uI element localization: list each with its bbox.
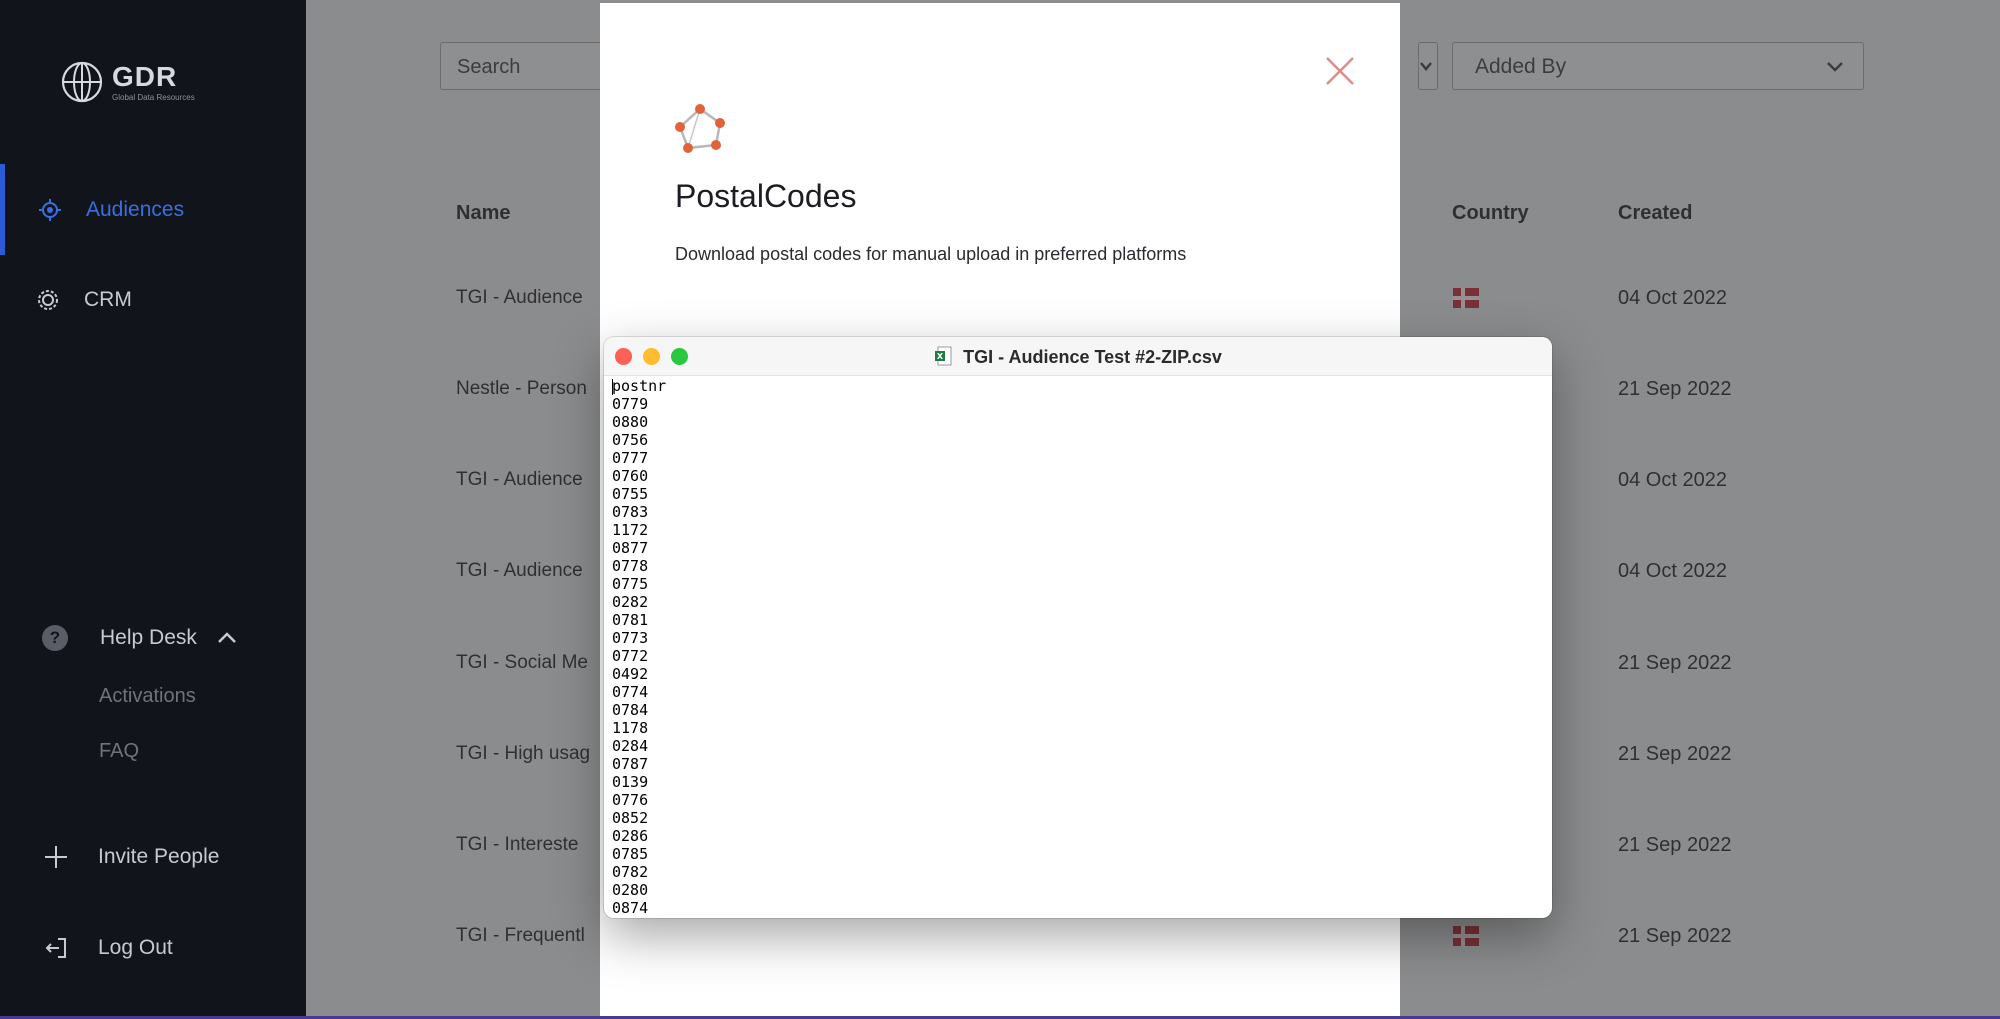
csv-line: 0852 <box>612 809 649 827</box>
sidebar-item-helpdesk[interactable]: ? Help Desk <box>42 625 237 651</box>
plus-icon <box>42 843 70 871</box>
csv-line: 0774 <box>612 683 649 701</box>
csv-line: 0772 <box>612 647 649 665</box>
csv-line: 0877 <box>612 539 649 557</box>
csv-header-line: postnr <box>612 377 667 395</box>
csv-line: 0284 <box>612 737 649 755</box>
svg-text:X: X <box>937 352 944 361</box>
sidebar-item-label: CRM <box>84 288 132 311</box>
csv-line: 0282 <box>612 593 649 611</box>
window-title-text: TGI - Audience Test #2-ZIP.csv <box>963 347 1222 367</box>
csv-line: 0773 <box>612 629 649 647</box>
sidebar-item-activations[interactable]: Activations <box>99 685 196 708</box>
spreadsheet-file-icon: X <box>935 346 952 366</box>
logo-subtitle: Global Data Resources <box>112 92 195 102</box>
logout-icon <box>42 934 70 962</box>
target-icon <box>36 196 64 224</box>
sidebar-item-crm[interactable]: CRM <box>34 286 132 314</box>
text-caret <box>612 379 613 395</box>
close-icon <box>1326 57 1354 85</box>
help-icon: ? <box>42 625 68 651</box>
csv-line: 0280 <box>612 881 649 899</box>
sidebar-item-audiences[interactable]: Audiences <box>36 196 184 224</box>
window-titlebar[interactable]: X TGI - Audience Test #2-ZIP.csv <box>604 337 1552 376</box>
sidebar-item-label: Log Out <box>98 936 173 959</box>
sidebar-item-invite[interactable]: Invite People <box>42 843 219 871</box>
csv-line: 1178 <box>612 719 649 737</box>
csv-preview-window: X TGI - Audience Test #2-ZIP.csv postnr 0… <box>604 337 1552 918</box>
csv-line: 0782 <box>612 863 649 881</box>
gear-icon <box>34 286 62 314</box>
csv-line: 0778 <box>612 557 649 575</box>
csv-line: 0781 <box>612 611 649 629</box>
csv-line: 0777 <box>612 449 649 467</box>
csv-line: 0880 <box>612 413 649 431</box>
nav-active-indicator <box>0 164 5 255</box>
csv-line: 0756 <box>612 431 649 449</box>
sidebar-item-label: Audiences <box>86 198 185 221</box>
close-button[interactable] <box>1322 53 1358 89</box>
csv-line: 0776 <box>612 791 649 809</box>
chevron-up-icon <box>217 626 237 650</box>
csv-line: 0286 <box>612 827 649 845</box>
csv-line: 0779 <box>612 395 649 413</box>
sidebar-item-faq[interactable]: FAQ <box>99 740 139 763</box>
csv-line: 0775 <box>612 575 649 593</box>
csv-line: 0874 <box>612 899 649 917</box>
csv-text-content[interactable]: postnr 0779 0880 0756 0777 0760 0755 0783 1172 08… <box>612 377 1542 917</box>
window-title: X TGI - Audience Test #2-ZIP.csv <box>604 346 1552 368</box>
globe-icon <box>61 61 103 103</box>
logo-name: GDR <box>112 60 178 92</box>
csv-line: 0755 <box>612 485 649 503</box>
csv-line: 0784 <box>612 701 649 719</box>
csv-line: 0785 <box>612 845 649 863</box>
sidebar: GDR Global Data Resources Audiences CRM … <box>0 0 306 1016</box>
csv-line: 0139 <box>612 773 649 791</box>
app-window: GDR Global Data Resources Audiences CRM … <box>0 0 2000 1016</box>
modal-title: PostalCodes <box>675 178 857 214</box>
sidebar-item-label: Help Desk <box>100 626 197 649</box>
csv-line: 0492 <box>612 665 649 683</box>
sidebar-item-label: Invite People <box>98 845 220 868</box>
modal-description: Download postal codes for manual upload … <box>675 244 1187 264</box>
csv-line: 0760 <box>612 467 649 485</box>
sidebar-item-logout[interactable]: Log Out <box>42 934 173 962</box>
network-icon <box>672 103 728 164</box>
csv-line: 0787 <box>612 755 649 773</box>
csv-line: 0783 <box>612 503 649 521</box>
csv-line: 1172 <box>612 521 649 539</box>
logo: GDR Global Data Resources <box>60 60 195 104</box>
